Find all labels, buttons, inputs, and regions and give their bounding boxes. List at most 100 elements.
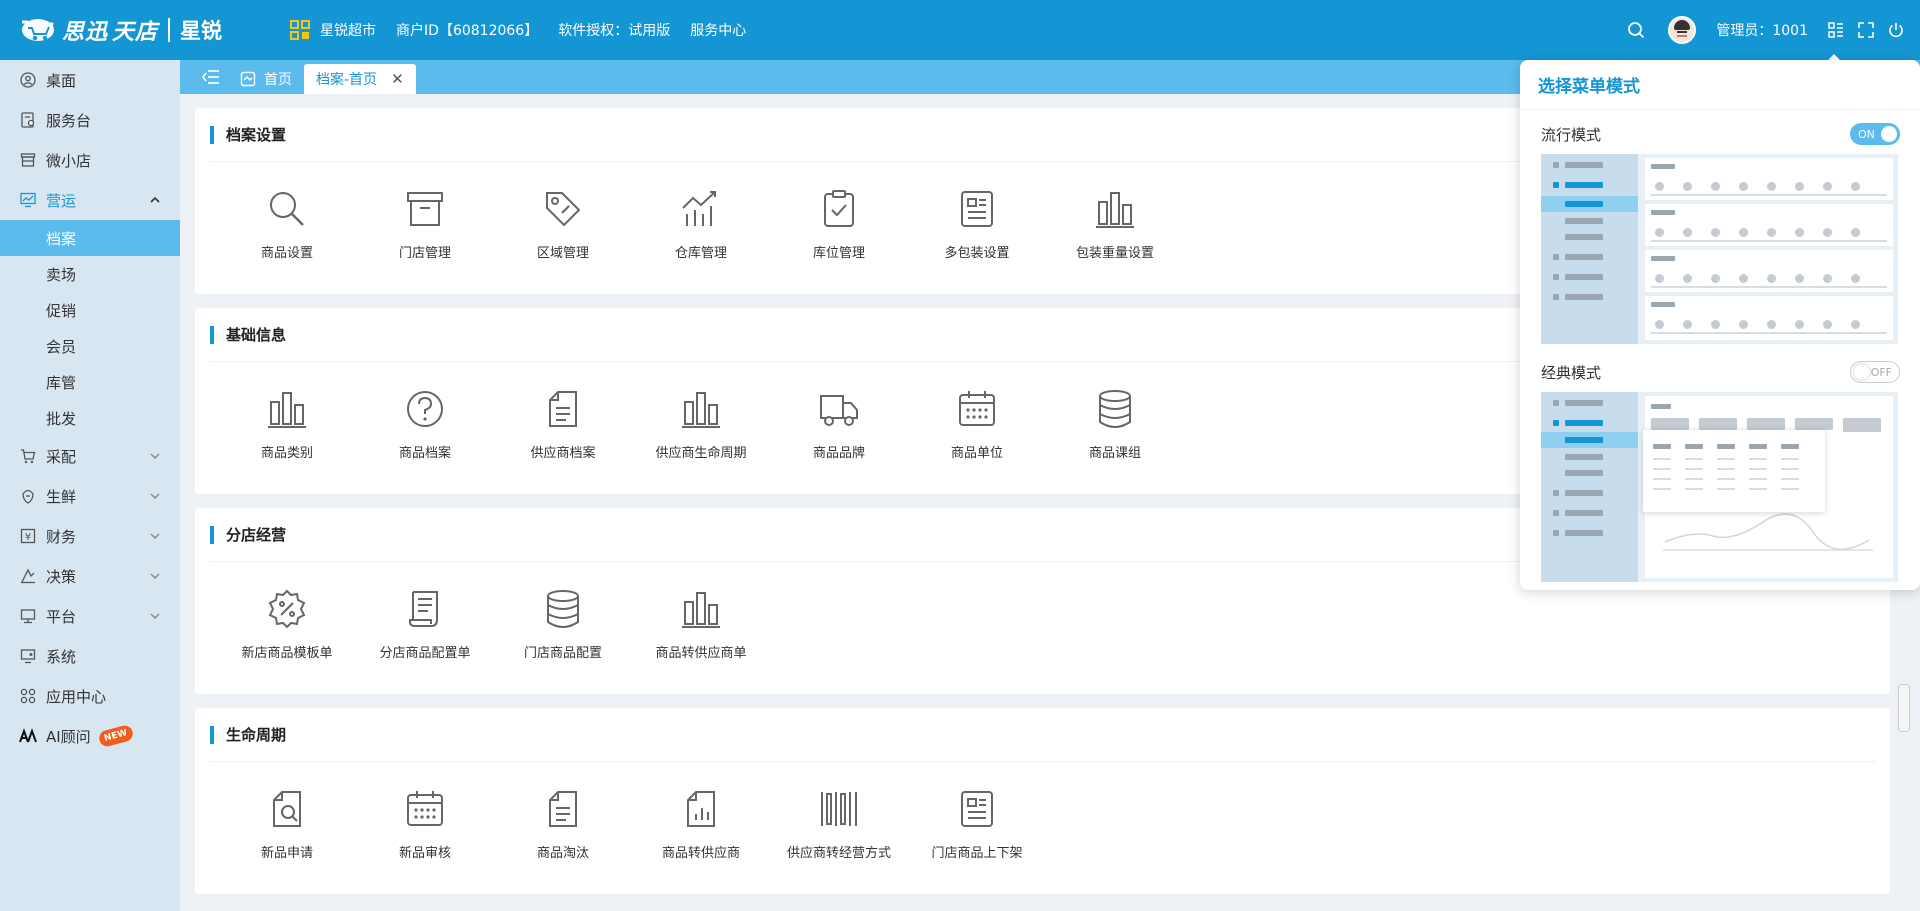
decision-icon: [18, 566, 38, 586]
item-supplier-archive[interactable]: 供应商档案: [494, 388, 632, 461]
tab-label: 档案-首页: [316, 72, 378, 88]
sidebar-item-mini-store[interactable]: 微小店: [0, 140, 180, 180]
new-badge: NEW: [97, 723, 134, 749]
mode-row-popular: 流行模式 ON: [1520, 114, 1920, 154]
search-icon[interactable]: [1626, 20, 1646, 40]
item-product-group[interactable]: 商品课组: [1046, 388, 1184, 461]
document-list-icon: [961, 791, 993, 827]
sidebar-item-finance[interactable]: ¥ 财务: [0, 516, 180, 556]
top-header: 思迅 天店 星锐 星锐超市 商户ID【60812066】 软件授权：试用版 服务…: [0, 0, 1920, 60]
app-center-icon: [18, 686, 38, 706]
sidebar-subitem-market[interactable]: 卖场: [0, 256, 180, 292]
header-actions: 管理员：1001: [1626, 0, 1920, 60]
item-product-to-supplier[interactable]: 商品转供应商: [632, 788, 770, 861]
sidebar-subitem-inventory[interactable]: 库管: [0, 364, 180, 400]
document-list-icon: [961, 191, 993, 227]
avatar[interactable]: [1668, 16, 1697, 44]
fullscreen-icon[interactable]: [1856, 20, 1876, 40]
power-icon[interactable]: [1886, 20, 1906, 40]
database-icon: [1099, 390, 1131, 428]
qr-grid-icon[interactable]: [290, 20, 311, 40]
sidebar-item-label: AI顾问: [46, 727, 91, 746]
sidebar-subitem-promotion[interactable]: 促销: [0, 292, 180, 328]
item-warehouse-management[interactable]: 仓库管理: [632, 188, 770, 261]
sidebar-item-label: 采配: [46, 447, 77, 466]
sidebar-item-label: 服务台: [46, 111, 92, 130]
classic-mode-toggle[interactable]: OFF: [1850, 361, 1900, 383]
menu-mode-icon[interactable]: [1826, 20, 1846, 40]
sidebar-item-app-center[interactable]: 应用中心: [0, 676, 180, 716]
system-icon: [18, 646, 38, 666]
chevron-up-icon: [150, 196, 160, 203]
sidebar-subitem-archive[interactable]: 档案: [0, 220, 180, 256]
mode-label: 经典模式: [1541, 363, 1602, 382]
desktop-icon: [18, 70, 38, 90]
truck-icon: [820, 395, 858, 426]
sidebar-item-operation[interactable]: 营运: [0, 180, 180, 220]
item-new-product-review[interactable]: 新品审核: [356, 788, 494, 861]
chevron-down-icon: [150, 493, 160, 499]
sidebar-item-label: 应用中心: [46, 687, 107, 706]
scroll-document-icon: [409, 591, 438, 627]
file-icon: [549, 791, 577, 827]
item-product-elimination[interactable]: 商品淘汰: [494, 788, 632, 861]
item-store-product-config[interactable]: 门店商品配置: [494, 588, 632, 661]
item-area-management[interactable]: 区域管理: [494, 188, 632, 261]
item-store-product-shelving[interactable]: 门店商品上下架: [908, 788, 1046, 861]
sidebar-subitem-member[interactable]: 会员: [0, 328, 180, 364]
platform-icon: [18, 606, 38, 626]
tab-archive-home[interactable]: 档案-首页 ✕: [304, 64, 416, 94]
item-product-settings[interactable]: 商品设置: [218, 188, 356, 261]
section-lifecycle: 生命周期 新品申请 新品审核 商品淘汰 商品转供应商 供应商转经营方式 门店商品…: [195, 708, 1890, 894]
collapse-menu-icon[interactable]: [194, 60, 228, 94]
brand-name: 思迅: [62, 20, 109, 45]
sidebar-item-service-desk[interactable]: 服务台: [0, 100, 180, 140]
tag-icon: [546, 192, 581, 227]
sidebar-item-desktop[interactable]: 桌面: [0, 60, 180, 100]
item-product-unit[interactable]: 商品单位: [908, 388, 1046, 461]
item-product-category[interactable]: 商品类别: [218, 388, 356, 461]
sidebar-item-fresh[interactable]: 生鲜: [0, 476, 180, 516]
classic-mode-preview[interactable]: [1541, 392, 1898, 582]
item-multi-package-settings[interactable]: 多包装设置: [908, 188, 1046, 261]
bar-chart-icon: [682, 592, 720, 628]
sidebar-item-purchase[interactable]: 采配: [0, 436, 180, 476]
close-icon[interactable]: ✕: [391, 70, 404, 88]
cart-icon: [18, 446, 38, 466]
calendar-icon: [407, 791, 443, 826]
license-info[interactable]: 软件授权：试用版: [558, 20, 670, 40]
shop-name[interactable]: 星锐超市: [320, 20, 376, 40]
item-supplier-operation-mode[interactable]: 供应商转经营方式: [770, 788, 908, 861]
item-product-to-supplier-order[interactable]: 商品转供应商单: [632, 588, 770, 661]
logo: 思迅 天店 星锐: [18, 0, 222, 60]
item-new-store-template[interactable]: 新店商品模板单: [218, 588, 356, 661]
discount-badge-icon: [268, 589, 306, 629]
item-package-weight-settings[interactable]: 包装重量设置: [1046, 188, 1184, 261]
item-product-brand[interactable]: 商品品牌: [770, 388, 908, 461]
sidebar-item-ai-advisor[interactable]: AI顾问 NEW: [0, 716, 180, 756]
sidebar-item-decision[interactable]: 决策: [0, 556, 180, 596]
sidebar-item-label: 决策: [46, 567, 77, 586]
clipboard-check-icon: [824, 190, 854, 227]
sidebar-item-system[interactable]: 系统: [0, 636, 180, 676]
item-branch-product-config[interactable]: 分店商品配置单: [356, 588, 494, 661]
scrollbar[interactable]: [1898, 684, 1910, 732]
item-supplier-lifecycle[interactable]: 供应商生命周期: [632, 388, 770, 461]
ai-icon: [18, 726, 38, 746]
bar-chart-icon: [268, 392, 306, 428]
service-center-link[interactable]: 服务中心: [690, 20, 746, 40]
sidebar-subitem-wholesale[interactable]: 批发: [0, 400, 180, 436]
item-store-management[interactable]: 门店管理: [356, 188, 494, 261]
sidebar-item-platform[interactable]: 平台: [0, 596, 180, 636]
popular-mode-toggle[interactable]: ON: [1850, 123, 1900, 145]
item-product-archive[interactable]: 商品档案: [356, 388, 494, 461]
tab-home[interactable]: 首页: [228, 64, 304, 94]
popular-mode-preview[interactable]: [1541, 154, 1898, 344]
menu-mode-popup: 选择菜单模式 流行模式 ON 经典模式 OFF: [1520, 60, 1920, 590]
sidebar-item-label: 平台: [46, 607, 77, 626]
item-new-product-apply[interactable]: 新品申请: [218, 788, 356, 861]
home-icon: [240, 71, 256, 87]
item-location-management[interactable]: 库位管理: [770, 188, 908, 261]
admin-user[interactable]: 管理员：1001: [1716, 20, 1808, 40]
sidebar-item-label: 系统: [46, 647, 77, 666]
